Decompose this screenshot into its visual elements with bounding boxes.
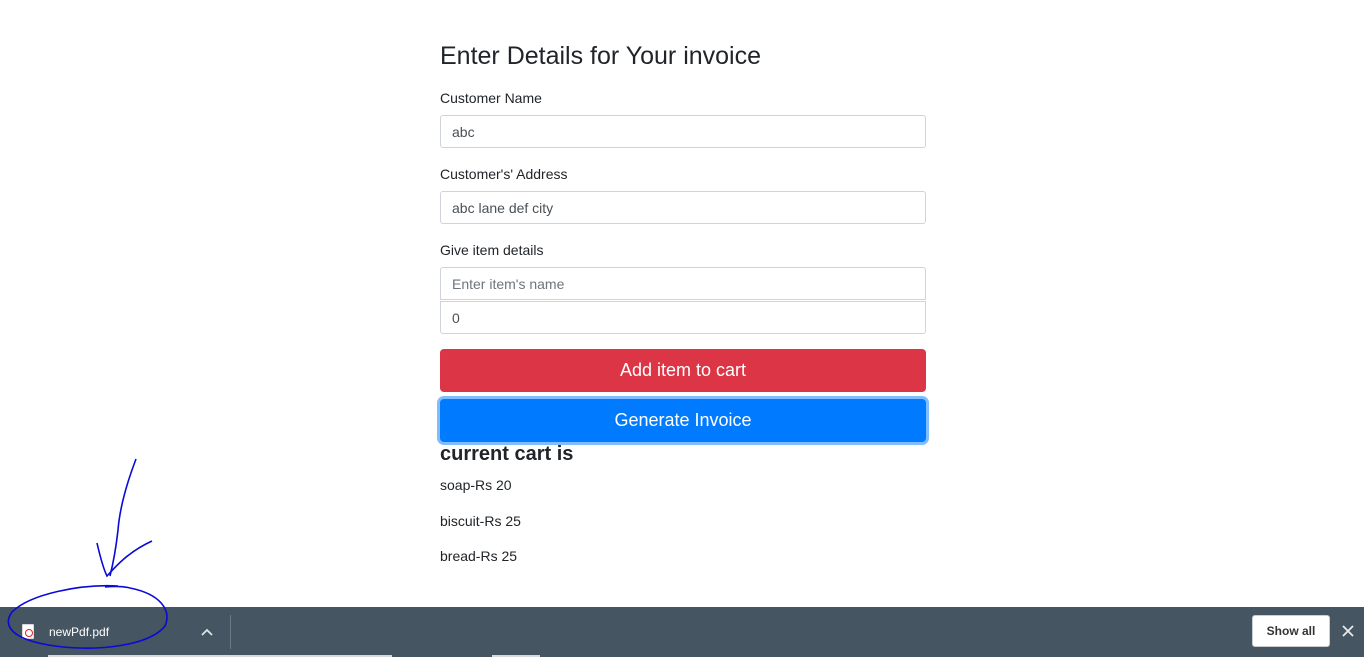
cart-heading: current cart is [440,443,574,465]
customer-address-input[interactable] [440,191,926,224]
customer-address-label: Customer's' Address [440,166,568,182]
chevron-up-icon[interactable] [199,624,215,640]
add-item-button[interactable]: Add item to cart [440,349,926,392]
download-filename: newPdf.pdf [49,625,110,639]
pdf-file-icon [22,624,34,639]
customer-name-label: Customer Name [440,90,542,106]
item-details-label: Give item details [440,242,544,258]
cart-item: biscuit-Rs 25 [440,513,521,529]
hand-drawn-arrow [109,458,137,577]
cart-item: bread-Rs 25 [440,548,518,564]
download-separator [230,615,231,649]
hand-drawn-arrowhead [96,540,153,578]
page-title: Enter Details for Your invoice [440,42,762,70]
download-bar: newPdf.pdf Show all [0,607,1364,657]
item-price-input[interactable] [440,301,926,334]
cart-item: soap-Rs 20 [440,477,512,493]
generate-invoice-button[interactable]: Generate Invoice [440,399,926,442]
download-item[interactable]: newPdf.pdf [0,607,230,657]
close-icon[interactable] [1339,622,1357,640]
customer-name-input[interactable] [440,115,926,148]
item-name-input[interactable] [440,267,926,300]
show-all-button[interactable]: Show all [1252,615,1330,647]
